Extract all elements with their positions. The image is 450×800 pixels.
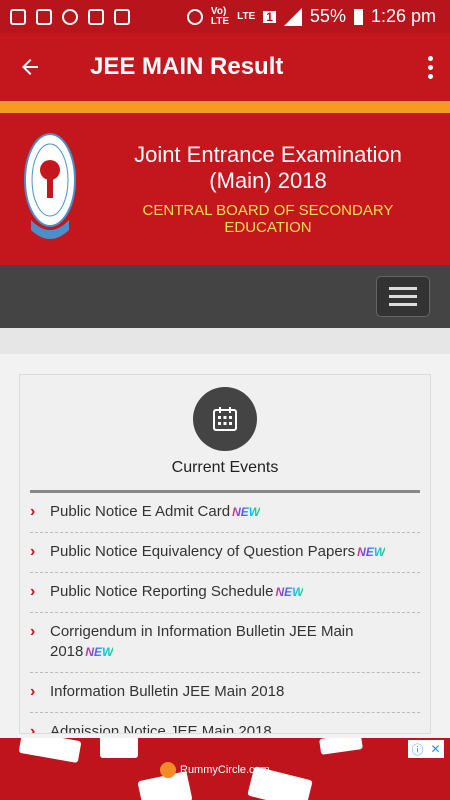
- clipboard-icon: [114, 8, 130, 25]
- battery-percent: 55%: [309, 6, 346, 26]
- hamburger-icon: [389, 287, 417, 290]
- board-name-line2: EDUCATION: [224, 219, 312, 236]
- new-badge: NEW: [85, 645, 114, 659]
- ad-banner[interactable]: RummyCircle.com ⓘ ✕: [0, 738, 450, 800]
- event-list: › Public Notice E Admit Card NEW › Public No…: [30, 493, 420, 734]
- board-name-line1: CENTRAL BOARD OF SECONDARY: [142, 202, 394, 219]
- event-list-item[interactable]: › Public Notice Reporting Schedule NEW: [30, 573, 420, 613]
- chevron-right-icon: ›: [30, 723, 36, 734]
- chevron-right-icon: ›: [30, 623, 36, 640]
- chevron-right-icon: ›: [30, 543, 36, 560]
- gmail-icon: [88, 8, 104, 25]
- ad-card-graphic: [100, 738, 138, 758]
- event-link[interactable]: Information Bulletin JEE Main 2018: [50, 683, 284, 700]
- card-heading: Current Events: [171, 459, 279, 476]
- lte-indicator: LTE: [237, 10, 256, 22]
- current-events-card: Current Events › Public Notice E Admit Ca…: [19, 374, 431, 734]
- event-link[interactable]: Public Notice E Admit Card: [50, 503, 230, 520]
- accent-strip: [0, 101, 450, 113]
- chat-icon: [10, 8, 26, 25]
- event-link[interactable]: Admission Notice JEE Main 2018: [50, 723, 272, 733]
- alarm-icon: [186, 8, 203, 25]
- image-icon: [36, 8, 52, 25]
- calendar-icon: [193, 387, 257, 451]
- exam-title-line1: Joint Entrance Examination: [134, 142, 402, 167]
- hamburger-menu-button[interactable]: [376, 276, 430, 317]
- nav-bar: [0, 265, 450, 328]
- ad-brand: RummyCircle.com: [160, 762, 270, 778]
- chevron-right-icon: ›: [30, 503, 36, 520]
- ad-card-graphic: [18, 738, 82, 764]
- event-link[interactable]: Public Notice Equivalency of Question Pa…: [50, 543, 355, 560]
- wifi-calling-icon: [62, 8, 78, 25]
- event-list-item[interactable]: › Public Notice Equivalency of Question P…: [30, 533, 420, 573]
- info-icon[interactable]: ⓘ: [411, 741, 423, 758]
- signal-icon: [283, 7, 302, 26]
- ad-brand-text: RummyCircle.com: [180, 764, 270, 776]
- sim-indicator: 1: [263, 10, 276, 23]
- header-banner: Joint Entrance Examination (Main) 2018 C…: [0, 113, 450, 265]
- overflow-menu-button[interactable]: [410, 33, 450, 101]
- rummy-logo-icon: [160, 762, 176, 778]
- status-bar: Vo) LTE LTE 1 55% 1:26 pm: [0, 0, 450, 33]
- volte-indicator: Vo) LTE: [210, 5, 230, 27]
- more-vert-icon: [427, 55, 433, 61]
- app-title: JEE MAIN Result: [90, 53, 284, 80]
- clock: 1:26 pm: [370, 6, 436, 26]
- close-icon[interactable]: ✕: [430, 742, 440, 756]
- event-list-item[interactable]: › Corrigendum in Information Bulletin JEE…: [30, 613, 420, 673]
- chevron-right-icon: ›: [30, 683, 36, 700]
- divider-strip: [0, 328, 450, 354]
- battery-icon: [353, 8, 363, 25]
- event-list-item[interactable]: › Public Notice E Admit Card NEW: [30, 493, 420, 533]
- cbse-logo: [0, 113, 100, 265]
- chevron-right-icon: ›: [30, 583, 36, 600]
- new-badge: NEW: [357, 545, 386, 559]
- back-arrow-icon: [22, 59, 38, 75]
- event-link[interactable]: Public Notice Reporting Schedule: [50, 583, 273, 600]
- ad-choices[interactable]: ⓘ ✕: [408, 740, 444, 758]
- event-list-item[interactable]: › Information Bulletin JEE Main 2018: [30, 673, 420, 713]
- new-badge: NEW: [232, 505, 261, 519]
- ad-card-graphic: [319, 738, 363, 755]
- new-badge: NEW: [275, 585, 304, 599]
- app-bar: JEE MAIN Result: [0, 33, 450, 101]
- exam-title-line2: (Main) 2018: [209, 168, 327, 193]
- back-button[interactable]: [0, 33, 60, 101]
- event-list-item[interactable]: › Admission Notice JEE Main 2018: [30, 713, 420, 734]
